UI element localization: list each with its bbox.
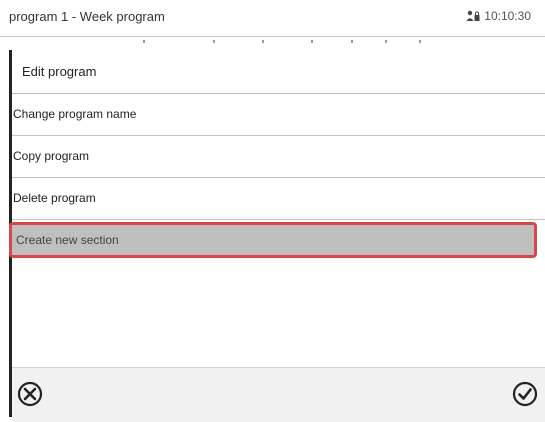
menu-item-create-new-section[interactable]: Create new section	[9, 222, 545, 263]
tick-mark	[351, 40, 353, 43]
tick-mark	[213, 40, 215, 43]
menu-item-change-program-name[interactable]: Change program name	[12, 94, 545, 136]
bottom-bar	[12, 367, 545, 422]
menu-item-delete-program[interactable]: Delete program	[12, 178, 545, 220]
screen: program 1 - Week program 10:10:30 Edit p…	[0, 0, 545, 422]
status-area: 10:10:30	[466, 9, 531, 23]
user-lock-icon	[466, 10, 480, 22]
clock-time: 10:10:30	[484, 9, 531, 23]
menu-item-copy-program[interactable]: Copy program	[12, 136, 545, 178]
page-title: program 1 - Week program	[9, 9, 165, 24]
tick-mark	[262, 40, 264, 43]
tick-mark	[419, 40, 421, 43]
scroll-ticks	[0, 36, 545, 50]
confirm-icon	[512, 381, 538, 407]
selected-item-label: Create new section	[9, 222, 537, 258]
tick-mark	[385, 40, 387, 43]
menu-header: Edit program	[12, 50, 545, 94]
tick-mark	[143, 40, 145, 43]
edit-program-menu: Edit program Change program name Copy pr…	[9, 50, 545, 263]
cancel-button[interactable]	[16, 380, 44, 408]
tick-mark	[311, 40, 313, 43]
cancel-icon	[17, 381, 43, 407]
title-bar: program 1 - Week program 10:10:30	[0, 0, 545, 37]
confirm-button[interactable]	[511, 380, 539, 408]
